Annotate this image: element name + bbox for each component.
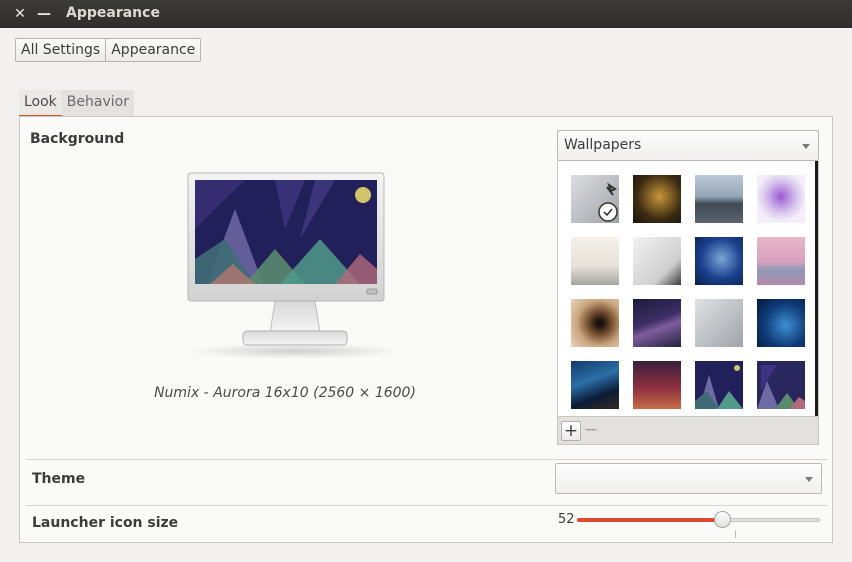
- wallpaper-thumb-tunnel[interactable]: [571, 299, 619, 347]
- wallpaper-thumb-blue-bokeh[interactable]: [757, 299, 805, 347]
- theme-label: Theme: [32, 471, 86, 487]
- wallpaper-thumb-purple-road[interactable]: [633, 299, 681, 347]
- theme-dropdown[interactable]: [555, 463, 822, 494]
- wallpaper-thumb-white-mist[interactable]: [633, 237, 681, 285]
- tab-bar: Look Behavior: [19, 90, 134, 117]
- slider-tick: [735, 530, 736, 538]
- wallpaper-source-dropdown[interactable]: Wallpapers: [557, 130, 819, 161]
- wallpaper-thumb-pink-lake[interactable]: [757, 237, 805, 285]
- wallpaper-thumb-mushrooms[interactable]: [633, 175, 681, 223]
- wallpaper-thumb-rocky-shore[interactable]: [695, 175, 743, 223]
- launcher-size-slider-handle[interactable]: [713, 511, 731, 528]
- wallpaper-caption: Numix - Aurora 16x10 (2560 × 1600): [154, 385, 416, 401]
- wallpaper-thumb-starry-night[interactable]: [571, 361, 619, 409]
- breadcrumb: All Settings Appearance: [15, 38, 202, 62]
- background-label: Background: [30, 131, 125, 147]
- titlebar: ✕ — Appearance: [0, 0, 852, 28]
- launcher-size-value: 52: [558, 512, 575, 527]
- launcher-size-fill: [577, 518, 723, 522]
- wallpaper-preview: [187, 172, 403, 359]
- add-wallpaper-button[interactable]: +: [561, 421, 581, 441]
- remove-wallpaper-button[interactable]: −: [581, 421, 601, 441]
- wallpaper-thumb-numix-aurora-alt[interactable]: [757, 361, 805, 409]
- wallpaper-grid: [557, 161, 819, 417]
- wallpaper-source-value: Wallpapers: [564, 137, 642, 153]
- look-panel: Background Numix - Aurora 16x10 (2560 × …: [19, 116, 833, 543]
- close-icon[interactable]: ✕: [12, 6, 28, 22]
- wallpaper-thumb-jellyfish[interactable]: [695, 237, 743, 285]
- chevron-down-icon: [802, 144, 810, 149]
- tab-look[interactable]: Look: [19, 90, 62, 117]
- minimize-icon[interactable]: —: [36, 6, 52, 22]
- breadcrumb-all-settings[interactable]: All Settings: [16, 39, 105, 61]
- chevron-down-icon: [805, 477, 813, 482]
- launcher-icon-size-label: Launcher icon size: [32, 515, 179, 531]
- aurora-art: [695, 365, 743, 409]
- separator: [26, 459, 828, 460]
- window-title: Appearance: [66, 5, 160, 21]
- separator: [26, 505, 828, 506]
- wallpaper-thumb-grey-sky-plane-selected[interactable]: [571, 175, 619, 223]
- wallpaper-thumb-red-haze[interactable]: [633, 361, 681, 409]
- check-icon: [598, 182, 618, 222]
- wallpaper-toolbar: + −: [557, 417, 819, 445]
- breadcrumb-appearance[interactable]: Appearance: [105, 39, 200, 61]
- wallpaper-thumb-grey-sky-plane[interactable]: [695, 299, 743, 347]
- tab-behavior[interactable]: Behavior: [61, 90, 134, 117]
- wallpaper-thumb-purple-flowers[interactable]: [757, 175, 805, 223]
- wallpaper-thumb-foggy-field[interactable]: [571, 237, 619, 285]
- aurora-art: [757, 365, 805, 409]
- gallery-scrollbar[interactable]: [815, 161, 818, 416]
- wallpaper-thumb-numix-aurora[interactable]: [695, 361, 743, 409]
